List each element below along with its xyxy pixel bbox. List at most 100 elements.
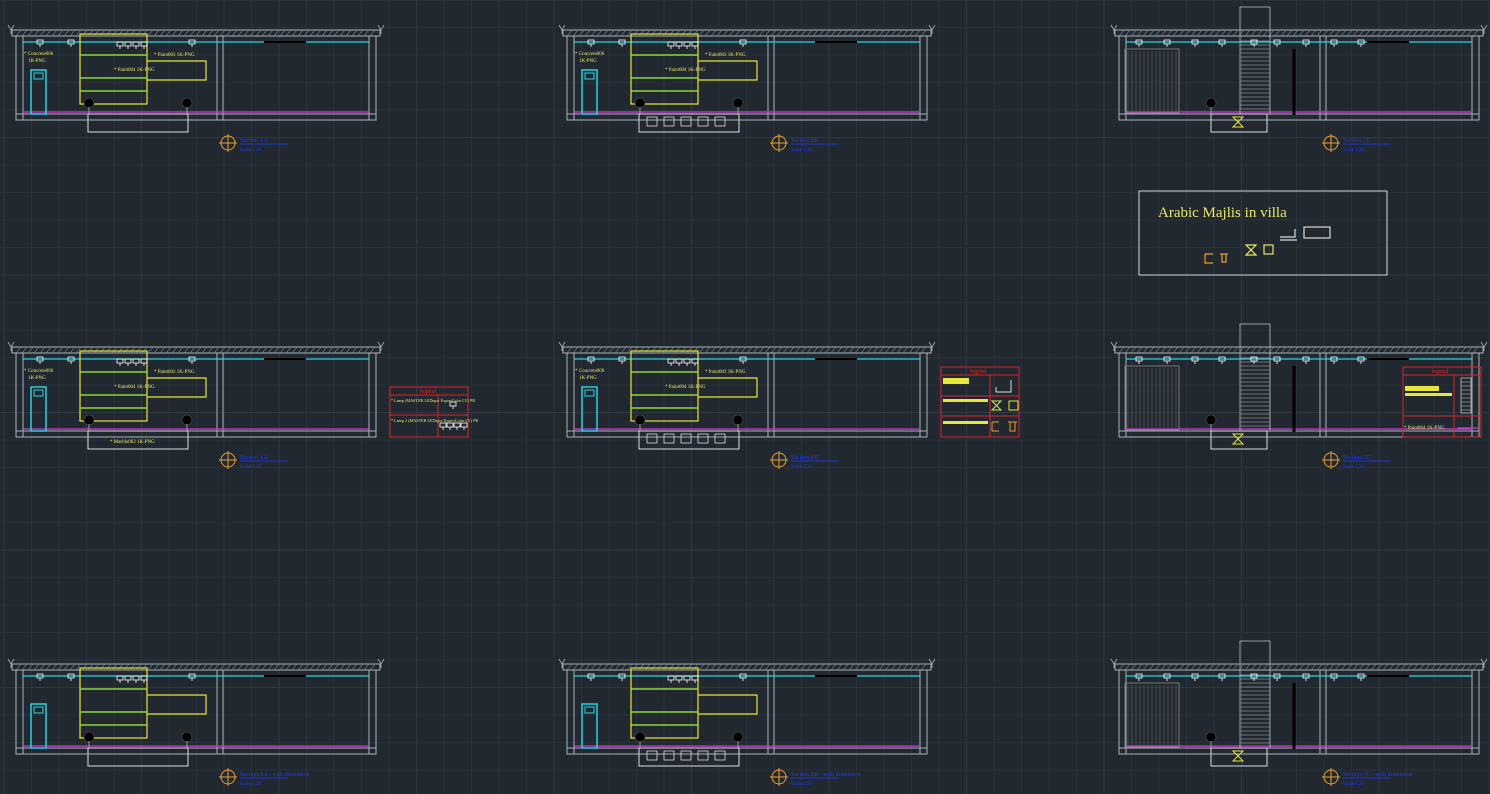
plant-icon [181,97,193,109]
section-title: Section CC [1343,138,1371,144]
legend-swatch [1405,386,1439,391]
section-scale: Scale 1:20 [1343,148,1364,153]
title-block[interactable]: Arabic Majlis in villa [1138,190,1388,276]
section-drawing-s6[interactable]: Section CC Scale 1:20 [1110,323,1488,470]
plant-icon [634,97,646,109]
left-wall [566,669,575,755]
partition-wall [1319,35,1327,121]
material-note: * Paint003 1K-PNG [154,370,195,375]
spotlight-icon [446,422,454,428]
partition-wall [1319,352,1327,438]
section-scale: Scale 1:20 [240,782,261,787]
partition-wall [216,669,224,755]
section-title: Section BB [791,455,819,461]
material-note: * Paint003 1K-PNG [154,53,195,58]
bench-outline [87,747,189,767]
section-scale: Scale 1:20 [1343,782,1364,787]
material-note: 1K-PNG [28,59,46,64]
door [581,386,598,432]
legend-furniture[interactable]: legend [940,366,1020,438]
plant-icon [83,731,95,743]
legend-title: legend [970,369,986,375]
legend-swatch [943,378,969,384]
legend-title: legend [1432,369,1448,375]
chair-symbol-icon [1204,253,1213,264]
plant-icon [732,414,744,426]
plant-icon [181,414,193,426]
plant-icon [1205,97,1217,109]
right-wall [1471,352,1480,438]
title-block-text: Arabic Majlis in villa [1158,205,1287,221]
plant-icon [83,414,95,426]
material-note: * Paint004 1K-PNG [665,68,706,73]
plant-icon [634,414,646,426]
legend-row: * Lamp (MASTER LEDspot ExpertColor LV) P… [391,398,475,403]
right-wall [368,35,377,121]
section-scale: Scale 1:20 [240,465,261,470]
partition-wall [767,352,775,438]
section-tag[interactable]: Section BB - with dimension Scale 1:20 [770,768,861,787]
section-scale: Scale 1:20 [791,782,812,787]
left-wall [15,669,24,755]
left-wall [566,35,575,121]
bench-symbol-icon [1280,229,1297,241]
staircase [1239,640,1271,749]
partition-wall [216,35,224,121]
door [581,703,598,749]
hourglass-symbol-icon [1244,244,1258,256]
legend-row: * Paint004 1K-PNG [1404,426,1445,431]
partition-wall [216,352,224,438]
right-wall [919,669,928,755]
material-note: * Paint003 1K-PNG [705,53,746,58]
right-wall [368,669,377,755]
material-note: * Concrete006 [24,52,54,57]
spotlight-icon [439,422,447,428]
hourglass-symbol-icon [990,400,1003,411]
material-note: * Marble002 1K-PNG [110,440,155,445]
material-note: * Concrete006 [575,52,605,57]
staircase [1239,6,1271,115]
sofa-symbol-icon [1303,226,1331,239]
bench-outline [87,113,189,133]
material-note: * Paint003 1K-PNG [705,370,746,375]
section-tag[interactable]: Section AA - with dimension Scale 1:20 [219,768,310,787]
material-note: * Paint004 1K-PNG [665,385,706,390]
section-drawing-s3[interactable]: Section CC Scale 1:20 [1110,6,1488,153]
table-symbol-icon [1220,253,1228,263]
plant-icon [83,97,95,109]
section-scale: Scale 1:20 [1343,465,1364,470]
section-tag[interactable]: Section CC - with dimension Scale 1:20 [1322,768,1413,787]
material-note: * Paint004 1K-PNG [114,68,155,73]
section-tag[interactable]: Section CC Scale 1:20 [1322,134,1391,153]
right-wall [919,352,928,438]
section-tag[interactable]: Section AA Scale 1:20 [219,134,288,153]
left-wall [15,35,24,121]
legend-finishes[interactable]: legend * Paint004 1K-PNG [1402,366,1482,438]
material-note: * Concrete006 [24,369,54,374]
bench-symbol-icon [995,380,1012,393]
plant-icon [732,97,744,109]
material-note: 1K-PNG [579,376,597,381]
section-scale: Scale 1:20 [791,465,812,470]
door [30,386,47,432]
right-wall [1471,669,1480,755]
left-wall [566,352,575,438]
title-block-symbols [1204,226,1331,264]
cad-model-space[interactable]: Arabic Majlis in villa * Concrete006 1K-P… [0,0,1490,794]
floor-slab [1118,430,1480,438]
section-title: Section BB [791,138,819,144]
left-wall [15,352,24,438]
legend-title: legend [420,389,436,395]
section-scale: Scale 1:20 [240,148,261,153]
right-wall [919,35,928,121]
legend-row: * Lamp 2 (MASTER LEDspot ExpertColor LV)… [391,418,478,423]
plant-icon [1205,731,1217,743]
material-note: * Paint004 1K-PNG [114,385,155,390]
material-note: 1K-PNG [579,59,597,64]
section-title: Section BB - with dimension [791,772,861,778]
section-title: Section AA [240,138,268,144]
door [581,69,598,115]
section-title: Section CC - with dimension [1343,772,1413,778]
section-drawing-s9[interactable]: Section CC - with dimension Scale 1:20 [1110,640,1488,787]
table-symbol-icon [1008,421,1017,432]
